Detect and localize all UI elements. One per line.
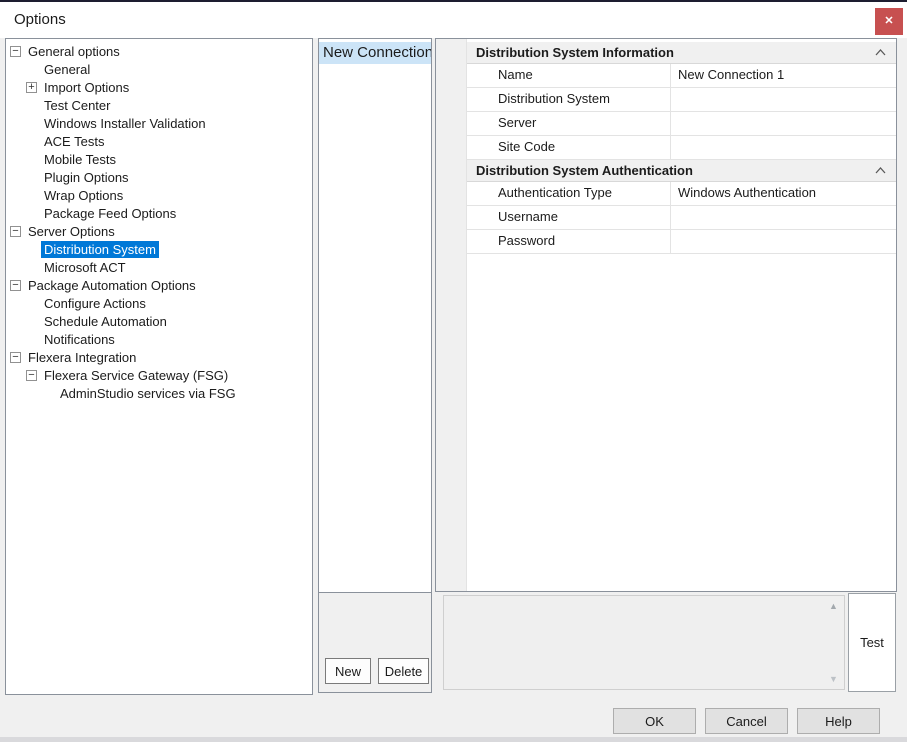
- property-label: Username: [467, 206, 671, 229]
- property-section-header[interactable]: Distribution System Information: [467, 42, 896, 64]
- property-row: Server: [467, 112, 896, 136]
- property-label: Password: [467, 230, 671, 253]
- property-row: Username: [467, 206, 896, 230]
- property-label: Authentication Type: [467, 182, 671, 205]
- tree-item[interactable]: Package Feed Options: [6, 204, 312, 222]
- tree-item[interactable]: ACE Tests: [6, 132, 312, 150]
- connection-list-item[interactable]: New Connection 1: [319, 42, 431, 64]
- property-value-field[interactable]: [671, 206, 896, 229]
- property-section-title: Distribution System Authentication: [476, 163, 693, 178]
- tree-item[interactable]: Notifications: [6, 330, 312, 348]
- options-tree: − General options General + Import Optio…: [5, 38, 313, 695]
- help-button[interactable]: Help: [797, 708, 880, 734]
- tree-item[interactable]: Wrap Options: [6, 186, 312, 204]
- property-row: Site Code: [467, 136, 896, 160]
- new-button[interactable]: New: [325, 658, 371, 684]
- tree-item[interactable]: Microsoft ACT: [6, 258, 312, 276]
- property-label: Server: [467, 112, 671, 135]
- property-section-header[interactable]: Distribution System Authentication: [467, 160, 896, 182]
- property-row: Password: [467, 230, 896, 254]
- options-dialog: { "window": { "title": "Options", "close…: [0, 0, 907, 742]
- tree-item[interactable]: Test Center: [6, 96, 312, 114]
- window-title: Options: [14, 11, 66, 28]
- tree-item[interactable]: − Package Automation Options: [6, 276, 312, 294]
- tree-item[interactable]: Configure Actions: [6, 294, 312, 312]
- tree-expander-minus-icon[interactable]: −: [26, 370, 37, 381]
- property-value-field[interactable]: [671, 230, 896, 253]
- footer: OK Cancel Help: [0, 700, 907, 742]
- test-button[interactable]: Test: [848, 593, 896, 692]
- property-value-field[interactable]: [671, 136, 896, 159]
- tree-item[interactable]: − General options: [6, 42, 312, 60]
- tree-item[interactable]: − Server Options: [6, 222, 312, 240]
- tree-item[interactable]: AdminStudio services via FSG: [6, 384, 312, 402]
- property-label: Site Code: [467, 136, 671, 159]
- connections-list[interactable]: New Connection 1: [319, 39, 431, 593]
- property-label: Name: [467, 64, 671, 87]
- tree-expander-minus-icon[interactable]: −: [10, 280, 21, 291]
- property-row: Distribution System: [467, 88, 896, 112]
- property-label: Distribution System: [467, 88, 671, 111]
- tree-item-selected[interactable]: Distribution System: [6, 240, 312, 258]
- property-value-field[interactable]: New Connection 1: [671, 64, 896, 87]
- tree-expander-minus-icon[interactable]: −: [10, 226, 21, 237]
- tree-expander-plus-icon[interactable]: +: [26, 82, 37, 93]
- tree-item[interactable]: Mobile Tests: [6, 150, 312, 168]
- test-output-area: ▲ ▼: [443, 595, 845, 690]
- property-grid-gutter: [436, 39, 467, 591]
- scroll-down-icon[interactable]: ▼: [825, 671, 842, 687]
- tree-item[interactable]: + Import Options: [6, 78, 312, 96]
- tree-item[interactable]: − Flexera Service Gateway (FSG): [6, 366, 312, 384]
- property-value-field[interactable]: Windows Authentication: [671, 182, 896, 205]
- connections-panel: New Connection 1 New Delete: [318, 38, 432, 693]
- tree-item[interactable]: − Flexera Integration: [6, 348, 312, 366]
- collapse-chevron-icon[interactable]: [875, 49, 886, 56]
- tree-item[interactable]: Windows Installer Validation: [6, 114, 312, 132]
- ok-button[interactable]: OK: [613, 708, 696, 734]
- tree-item[interactable]: Plugin Options: [6, 168, 312, 186]
- property-grid: Distribution System Information Name New…: [435, 38, 897, 592]
- property-value-field[interactable]: [671, 112, 896, 135]
- collapse-chevron-icon[interactable]: [875, 167, 886, 174]
- close-button[interactable]: ✕: [875, 8, 903, 35]
- scroll-up-icon[interactable]: ▲: [825, 598, 842, 614]
- tree-item[interactable]: Schedule Automation: [6, 312, 312, 330]
- titlebar: Options ✕: [0, 2, 907, 38]
- property-section-title: Distribution System Information: [476, 45, 674, 60]
- cancel-button[interactable]: Cancel: [705, 708, 788, 734]
- tree-expander-minus-icon[interactable]: −: [10, 352, 21, 363]
- tree-expander-minus-icon[interactable]: −: [10, 46, 21, 57]
- property-row: Authentication Type Windows Authenticati…: [467, 182, 896, 206]
- delete-button[interactable]: Delete: [378, 658, 429, 684]
- tree-item[interactable]: General: [6, 60, 312, 78]
- property-value-field[interactable]: [671, 88, 896, 111]
- property-row: Name New Connection 1: [467, 64, 896, 88]
